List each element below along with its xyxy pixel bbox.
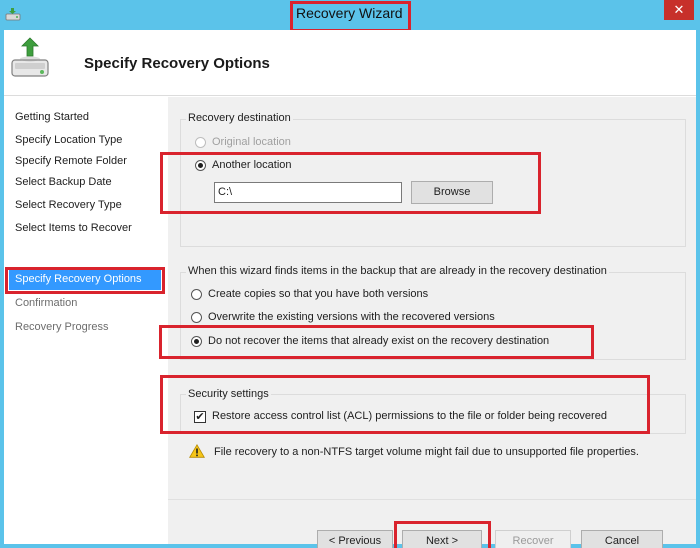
warning-text: File recovery to a non-NTFS target volum… [214,446,639,458]
wizard-header: Specify Recovery Options [4,30,696,96]
annotation-highlight-next [394,521,491,548]
backup-disk-recovery-icon [11,37,49,77]
original-location-label: Original location [212,136,291,148]
nav-step-recovery-type[interactable]: Select Recovery Type [15,199,122,211]
footer-divider [168,499,696,500]
close-button[interactable]: ✕ [664,0,694,20]
options-panel: Recovery destination Original location A… [159,97,696,548]
annotation-highlight-destination [160,152,541,214]
nav-step-backup-date[interactable]: Select Backup Date [15,176,112,188]
page-title: Specify Recovery Options [84,55,270,72]
annotation-highlight-conflict [159,325,594,359]
title-bar[interactable]: Recovery Wizard ✕ [0,0,700,32]
annotation-highlight-security [160,375,650,434]
radio-create-copies[interactable] [191,289,202,300]
cancel-button[interactable]: Cancel [581,530,663,548]
radio-overwrite[interactable] [191,312,202,323]
conflict-group-label: When this wizard finds items in the back… [186,265,609,277]
nav-step-recovery-progress: Recovery Progress [15,321,109,333]
destination-group-label: Recovery destination [186,112,293,124]
annotation-highlight-title [290,1,411,32]
previous-button[interactable]: < Previous [317,530,393,548]
wizard-client-area: Specify Recovery Options Getting Started… [4,30,696,548]
overwrite-label: Overwrite the existing versions with the… [208,311,495,323]
annotation-highlight-nav [5,267,165,294]
nav-step-location-type[interactable]: Specify Location Type [15,134,122,146]
create-copies-label: Create copies so that you have both vers… [208,288,429,300]
nav-step-getting-started[interactable]: Getting Started [15,111,89,123]
warning-icon [189,444,205,458]
nav-step-items-to-recover[interactable]: Select Items to Recover [15,222,132,234]
recover-button: Recover [495,530,571,548]
backup-disk-icon [5,8,21,21]
wizard-step-nav: Getting Started Specify Location Type Sp… [4,97,168,544]
recovery-wizard-window: Recovery Wizard ✕ Specify Recovery Optio… [0,0,700,548]
nav-step-confirmation: Confirmation [15,297,78,309]
radio-original-location [195,137,206,148]
nav-step-remote-folder[interactable]: Specify Remote Folder [15,155,127,167]
